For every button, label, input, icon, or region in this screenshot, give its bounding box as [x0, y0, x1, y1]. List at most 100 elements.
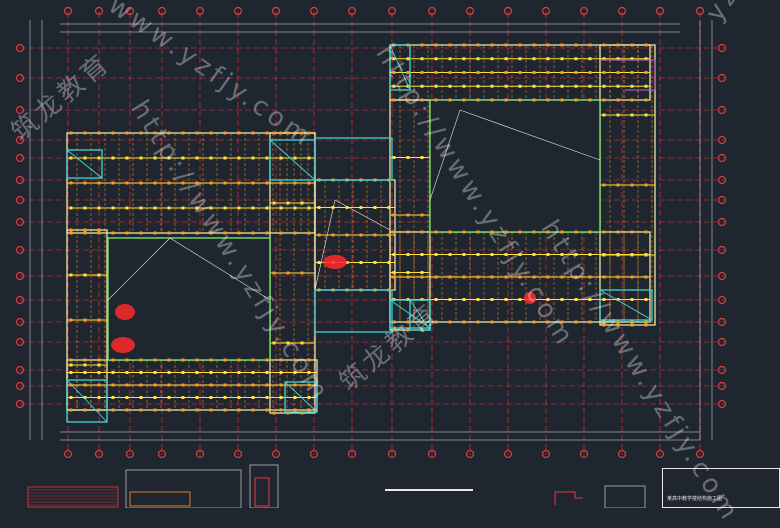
column-mark: [476, 230, 480, 234]
column-mark: [153, 383, 157, 387]
column-mark: [293, 156, 297, 160]
column-mark: [181, 206, 185, 210]
column-mark: [420, 271, 424, 274]
column-mark: [532, 253, 536, 256]
column-mark: [518, 275, 522, 279]
column-mark: [602, 298, 606, 301]
column-mark: [434, 298, 438, 301]
column-mark: [307, 131, 311, 135]
column-mark: [373, 261, 377, 264]
column-mark: [616, 113, 620, 117]
column-mark: [406, 275, 410, 279]
column-mark: [518, 320, 522, 324]
column-mark: [616, 275, 620, 279]
column-mark: [392, 271, 396, 274]
cad-viewport[interactable]: http://www.yzfjy.com http://www.yzfjy.co…: [0, 0, 780, 528]
column-mark: [293, 231, 297, 235]
column-mark: [490, 298, 494, 301]
column-mark: [588, 71, 592, 74]
column-mark: [448, 84, 452, 88]
column-mark: [293, 396, 297, 399]
column-mark: [265, 408, 269, 412]
column-mark: [504, 320, 508, 324]
column-mark: [251, 396, 255, 399]
column-mark: [630, 43, 634, 47]
column-mark: [476, 84, 480, 88]
column-mark: [560, 71, 564, 74]
column-mark: [279, 358, 283, 362]
column-mark: [209, 358, 213, 362]
column-mark: [504, 298, 508, 301]
column-mark: [83, 131, 87, 135]
column-mark: [546, 84, 550, 88]
column-mark: [317, 233, 321, 237]
column-mark: [504, 43, 508, 47]
column-mark: [448, 275, 452, 279]
floor-plan-drawing: [0, 0, 780, 508]
column-mark: [588, 230, 592, 234]
column-mark: [420, 156, 424, 159]
column-mark: [293, 206, 297, 210]
column-mark: [504, 84, 508, 88]
column-mark: [448, 298, 452, 301]
column-mark: [490, 71, 494, 74]
column-mark: [392, 230, 396, 234]
column-mark: [111, 408, 115, 412]
column-mark: [630, 230, 634, 234]
column-mark: [97, 383, 101, 387]
column-mark: [392, 84, 396, 88]
column-mark: [209, 131, 213, 135]
column-mark: [83, 318, 87, 322]
column-mark: [518, 253, 522, 256]
column-mark: [272, 201, 276, 205]
column-mark: [630, 113, 634, 117]
column-mark: [387, 233, 391, 237]
column-mark: [420, 253, 424, 256]
column-mark: [490, 57, 494, 61]
column-mark: [448, 43, 452, 47]
column-mark: [97, 181, 101, 185]
column-mark: [546, 98, 550, 102]
column-mark: [588, 275, 592, 279]
column-mark: [195, 156, 199, 160]
column-mark: [209, 231, 213, 235]
column-mark: [223, 156, 227, 160]
column-mark: [83, 358, 87, 362]
column-mark: [69, 206, 73, 210]
column-mark: [279, 231, 283, 235]
column-mark: [97, 273, 101, 277]
column-mark: [69, 228, 73, 232]
column-mark: [392, 156, 396, 159]
column-mark: [97, 408, 101, 412]
column-mark: [307, 371, 311, 374]
column-mark: [420, 57, 424, 61]
column-mark: [251, 383, 255, 387]
column-mark: [476, 275, 480, 279]
column-mark: [448, 71, 452, 74]
column-mark: [111, 371, 115, 374]
column-mark: [125, 396, 129, 399]
column-mark: [546, 320, 550, 324]
column-mark: [97, 363, 101, 367]
column-mark: [307, 396, 311, 399]
column-mark: [153, 358, 157, 362]
column-mark: [359, 233, 363, 237]
column-mark: [462, 57, 466, 61]
column-mark: [153, 131, 157, 135]
column-mark: [616, 320, 620, 324]
column-mark: [209, 408, 213, 412]
column-mark: [588, 57, 592, 61]
column-mark: [448, 98, 452, 102]
column-mark: [272, 341, 276, 345]
column-mark: [406, 57, 410, 61]
column-mark: [139, 408, 143, 412]
column-mark: [307, 206, 311, 210]
column-mark: [237, 181, 241, 185]
column-mark: [167, 206, 171, 210]
column-mark: [644, 183, 648, 187]
column-mark: [286, 271, 290, 275]
column-mark: [307, 156, 311, 160]
column-mark: [574, 298, 578, 301]
column-mark: [420, 275, 424, 279]
column-mark: [406, 213, 410, 217]
